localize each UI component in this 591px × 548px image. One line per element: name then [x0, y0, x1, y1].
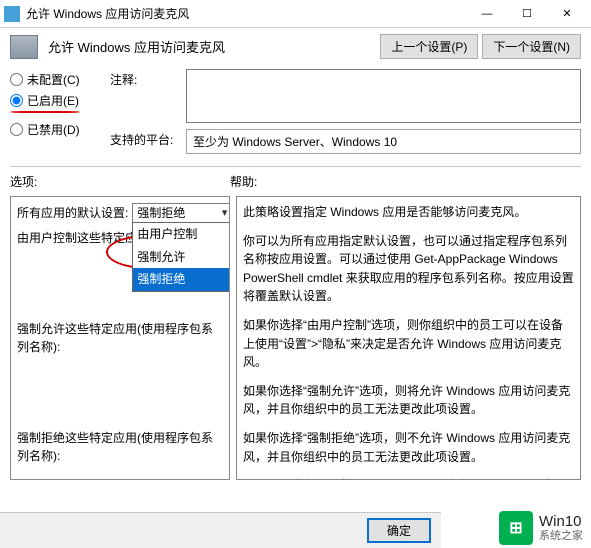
comment-input[interactable]	[186, 69, 581, 123]
help-pane[interactable]: 此策略设置指定 Windows 应用是否能够访问麦克风。 你可以为所有应用指定默…	[236, 196, 581, 480]
default-setting-label: 所有应用的默认设置:	[17, 204, 128, 223]
state-radios: 未配置(C) 已启用(E) 已禁用(D)	[10, 69, 102, 154]
radio-not-configured[interactable]: 未配置(C)	[10, 71, 102, 88]
panes: 所有应用的默认设置: 强制拒绝 由用户控制 强制允许 强制拒绝 由用户控制这些特…	[0, 190, 591, 480]
annotation-underline	[10, 111, 80, 113]
force-deny-label: 强制拒绝这些特定应用(使用程序包系列名称):	[17, 429, 223, 466]
radio-disabled-label: 已禁用(D)	[27, 121, 80, 138]
policy-icon	[10, 35, 38, 59]
options-pane[interactable]: 所有应用的默认设置: 强制拒绝 由用户控制 强制允许 强制拒绝 由用户控制这些特…	[10, 196, 230, 480]
help-p5: 如果你选择“强制拒绝”选项，则不允许 Windows 应用访问麦克风，并且你组织…	[243, 429, 574, 466]
combo-value: 强制拒绝	[137, 204, 185, 223]
platform-value: 至少为 Windows Server、Windows 10	[186, 129, 581, 154]
radio-disabled-input[interactable]	[10, 123, 23, 136]
watermark-icon: ⊞	[499, 511, 533, 545]
platform-label: 支持的平台:	[110, 129, 180, 148]
dropdown-item-allow[interactable]: 强制允许	[133, 246, 230, 269]
options-heading: 选项:	[10, 173, 230, 190]
comment-label: 注释:	[110, 69, 180, 88]
watermark-line1: Win10	[539, 514, 583, 531]
force-allow-label: 强制允许这些特定应用(使用程序包系列名称):	[17, 320, 223, 357]
section-labels: 选项: 帮助:	[0, 173, 591, 190]
ok-button[interactable]: 确定	[367, 518, 431, 543]
radio-enabled-input[interactable]	[10, 94, 23, 107]
window-controls: — ☐ ✕	[467, 1, 587, 27]
header: 允许 Windows 应用访问麦克风 上一个设置(P) 下一个设置(N)	[0, 28, 591, 69]
app-icon	[4, 6, 20, 22]
maximize-button[interactable]: ☐	[507, 1, 547, 27]
close-button[interactable]: ✕	[547, 1, 587, 27]
watermark: ⊞ Win10 系统之家	[491, 508, 591, 548]
help-p6: 如果禁用或未配置此策略设置，你组织中的员工可以在设备上使用“设置”>“隐私”来决…	[243, 476, 574, 480]
divider	[10, 166, 581, 167]
radio-not-configured-input[interactable]	[10, 73, 23, 86]
radio-enabled-label: 已启用(E)	[27, 92, 79, 109]
radio-enabled[interactable]: 已启用(E)	[10, 92, 102, 109]
next-setting-button[interactable]: 下一个设置(N)	[482, 34, 581, 59]
policy-title: 允许 Windows 应用访问麦克风	[48, 37, 370, 56]
minimize-button[interactable]: —	[467, 1, 507, 27]
config-area: 未配置(C) 已启用(E) 已禁用(D) 注释: 支持的平台: 至少为 Wind…	[0, 69, 591, 154]
dropdown-item-deny[interactable]: 强制拒绝	[133, 268, 230, 291]
titlebar: 允许 Windows 应用访问麦克风 — ☐ ✕	[0, 0, 591, 28]
help-p4: 如果你选择“强制允许”选项，则将允许 Windows 应用访问麦克风，并且你组织…	[243, 382, 574, 419]
help-p1: 此策略设置指定 Windows 应用是否能够访问麦克风。	[243, 203, 574, 222]
default-setting-combo[interactable]: 强制拒绝	[132, 203, 230, 223]
prev-setting-button[interactable]: 上一个设置(P)	[380, 34, 478, 59]
radio-disabled[interactable]: 已禁用(D)	[10, 121, 102, 138]
help-p2: 你可以为所有应用指定默认设置，也可以通过指定程序包系列名称按应用设置。可以通过使…	[243, 232, 574, 306]
radio-not-configured-label: 未配置(C)	[27, 71, 80, 88]
default-setting-dropdown: 由用户控制 强制允许 强制拒绝	[132, 222, 230, 292]
help-heading: 帮助:	[230, 173, 581, 190]
watermark-line2: 系统之家	[539, 530, 583, 542]
help-p3: 如果你选择“由用户控制”选项，则你组织中的员工可以在设备上使用“设置”>“隐私”…	[243, 316, 574, 372]
button-bar: 确定	[0, 512, 441, 548]
window-title: 允许 Windows 应用访问麦克风	[26, 5, 467, 22]
dropdown-item-user[interactable]: 由用户控制	[133, 223, 230, 246]
